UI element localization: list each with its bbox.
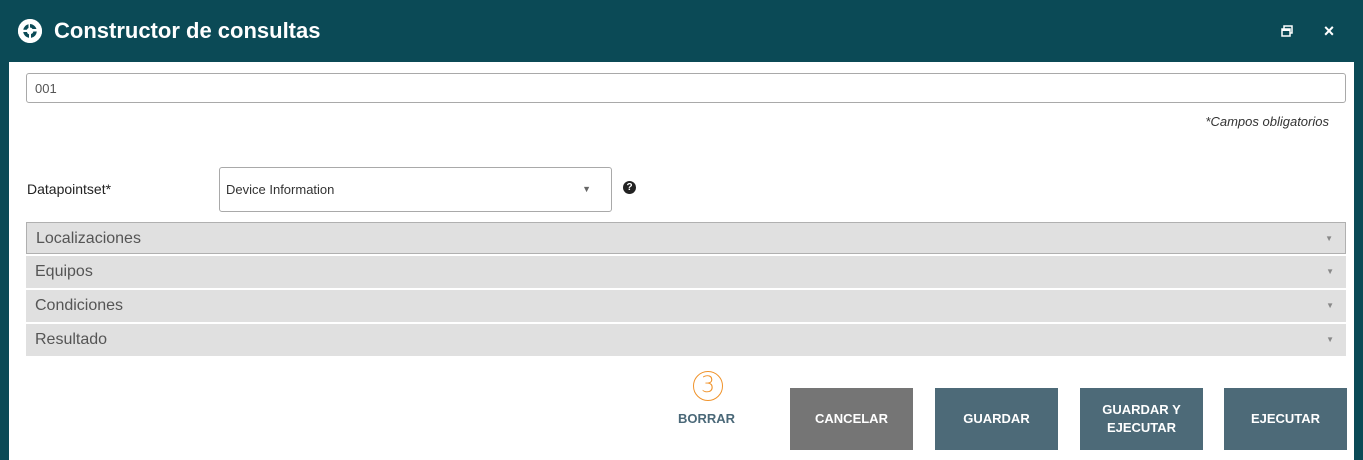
caret-down-icon: ▼: [1326, 301, 1334, 310]
datapointset-selected-value: Device Information: [226, 182, 335, 197]
datapointset-select[interactable]: Device Information ▼: [219, 167, 612, 212]
section-label: Resultado: [35, 331, 108, 348]
save-and-run-button[interactable]: GUARDAR Y EJECUTAR: [1080, 388, 1203, 450]
section-localizaciones[interactable]: Localizaciones ▼: [26, 222, 1346, 254]
section-label: Equipos: [35, 263, 93, 280]
clear-button[interactable]: BORRAR: [678, 411, 735, 426]
caret-down-icon: ▼: [1326, 267, 1334, 276]
close-icon[interactable]: ×: [1318, 20, 1340, 42]
section-label: Localizaciones: [36, 230, 141, 247]
window-title: Constructor de consultas: [54, 18, 321, 43]
datapointset-label: Datapointset*: [27, 181, 112, 197]
section-label: Condiciones: [35, 297, 124, 314]
caret-down-icon: ▼: [1325, 234, 1333, 243]
section-equipos[interactable]: Equipos ▼: [26, 256, 1346, 288]
restore-window-icon[interactable]: [1276, 20, 1298, 42]
section-condiciones[interactable]: Condiciones ▼: [26, 290, 1346, 322]
query-builder-window: Constructor de consultas × *Campos oblig…: [0, 0, 1363, 460]
section-resultado[interactable]: Resultado ▼: [26, 324, 1346, 356]
title-bar: Constructor de consultas ×: [0, 0, 1363, 62]
run-button[interactable]: EJECUTAR: [1224, 388, 1347, 450]
caret-down-icon: ▼: [582, 184, 591, 194]
sections-accordion: Localizaciones ▼ Equipos ▼ Condiciones ▼…: [26, 222, 1346, 358]
caret-down-icon: ▼: [1326, 335, 1334, 344]
required-fields-note: *Campos obligatorios: [1205, 114, 1329, 129]
cancel-button[interactable]: CANCELAR: [790, 388, 913, 450]
step-number-marker: 3: [693, 371, 723, 401]
query-builder-icon: [18, 19, 42, 43]
save-button[interactable]: GUARDAR: [935, 388, 1058, 450]
help-icon[interactable]: ?: [623, 181, 636, 194]
query-name-input[interactable]: [26, 73, 1346, 103]
